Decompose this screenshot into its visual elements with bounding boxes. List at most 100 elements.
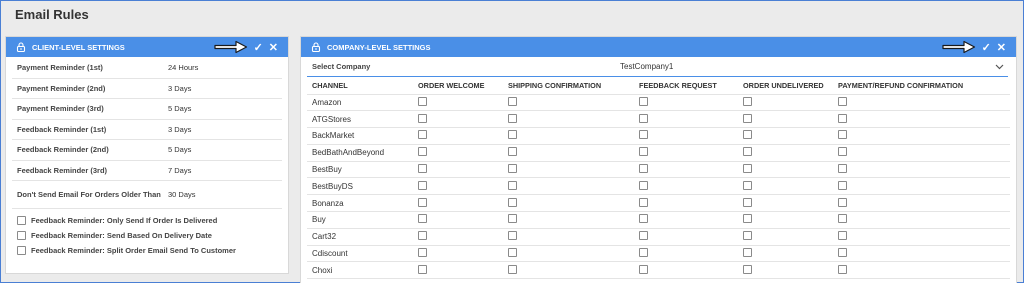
checkbox[interactable] xyxy=(838,180,847,190)
checkbox-label: Feedback Reminder: Only Send If Order Is… xyxy=(31,216,218,225)
table-cell xyxy=(413,245,503,263)
setting-value[interactable]: 24 Hours xyxy=(168,63,198,72)
checkbox[interactable] xyxy=(838,231,847,241)
setting-value[interactable]: 3 Days xyxy=(168,84,191,93)
setting-row: Payment Reminder (3rd) 5 Days xyxy=(12,99,282,120)
checkbox[interactable] xyxy=(508,248,517,258)
channel-table: CHANNEL ORDER WELCOME SHIPPING CONFIRMATIO… xyxy=(307,77,1010,280)
table-cell xyxy=(413,211,503,229)
checkbox[interactable] xyxy=(838,147,847,157)
checkbox-row: Feedback Reminder: Only Send If Order Is… xyxy=(6,213,288,228)
checkbox[interactable] xyxy=(508,214,517,224)
checkbox[interactable] xyxy=(639,180,648,190)
table-cell xyxy=(413,228,503,246)
setting-row: Payment Reminder (1st) 24 Hours xyxy=(12,58,282,79)
table-cell xyxy=(738,127,833,145)
checkbox[interactable] xyxy=(838,164,847,174)
checkbox[interactable] xyxy=(639,214,648,224)
table-cell xyxy=(738,144,833,162)
checkbox[interactable] xyxy=(639,164,648,174)
save-button[interactable]: ✓ xyxy=(982,41,991,54)
table-cell xyxy=(738,211,833,229)
checkbox[interactable] xyxy=(418,197,427,207)
setting-value[interactable]: 5 Days xyxy=(168,145,191,154)
column-header: CHANNEL xyxy=(307,77,413,95)
table-row: ATGStores xyxy=(307,110,1010,129)
checkbox[interactable] xyxy=(418,147,427,157)
checkbox[interactable] xyxy=(418,264,427,274)
checkbox[interactable] xyxy=(418,130,427,140)
checkbox[interactable] xyxy=(639,197,648,207)
checkbox[interactable] xyxy=(838,113,847,123)
chevron-down-icon[interactable] xyxy=(995,62,1004,71)
table-row: Buy xyxy=(307,211,1010,229)
save-button[interactable]: ✓ xyxy=(254,41,263,54)
setting-value[interactable]: 30 Days xyxy=(168,190,196,199)
checkbox[interactable] xyxy=(838,96,847,106)
checkbox[interactable] xyxy=(418,180,427,190)
checkbox[interactable] xyxy=(743,96,752,106)
checkbox[interactable] xyxy=(838,264,847,274)
table-cell xyxy=(634,211,738,229)
checkbox[interactable] xyxy=(418,96,427,106)
checkbox[interactable] xyxy=(838,130,847,140)
close-button[interactable]: ✕ xyxy=(269,41,278,54)
channel-name: Cart32 xyxy=(307,228,413,246)
checkbox[interactable] xyxy=(418,113,427,123)
checkbox[interactable] xyxy=(418,214,427,224)
checkbox[interactable] xyxy=(508,130,517,140)
checkbox[interactable] xyxy=(743,197,752,207)
checkbox[interactable] xyxy=(639,96,648,106)
checkbox[interactable] xyxy=(838,214,847,224)
table-cell xyxy=(503,127,634,145)
table-cell xyxy=(833,94,1010,112)
table-cell xyxy=(833,161,1010,179)
checkbox[interactable] xyxy=(639,130,648,140)
setting-value[interactable]: 5 Days xyxy=(168,104,191,113)
checkbox[interactable] xyxy=(508,96,517,106)
checkbox[interactable] xyxy=(17,231,26,240)
checkbox[interactable] xyxy=(743,147,752,157)
checkbox[interactable] xyxy=(743,231,752,241)
checkbox[interactable] xyxy=(508,197,517,207)
checkbox[interactable] xyxy=(743,130,752,140)
checkbox[interactable] xyxy=(639,113,648,123)
checkbox[interactable] xyxy=(838,248,847,258)
checkbox[interactable] xyxy=(743,180,752,190)
checkbox[interactable] xyxy=(418,248,427,258)
checkbox[interactable] xyxy=(639,264,648,274)
checkbox[interactable] xyxy=(743,164,752,174)
company-select[interactable]: Select Company TestCompany1 xyxy=(307,57,1008,77)
table-cell xyxy=(634,261,738,280)
table-cell xyxy=(738,177,833,196)
checkbox[interactable] xyxy=(639,147,648,157)
checkbox[interactable] xyxy=(743,214,752,224)
checkbox[interactable] xyxy=(418,164,427,174)
checkbox[interactable] xyxy=(508,113,517,123)
table-cell xyxy=(413,94,503,112)
setting-value[interactable]: 3 Days xyxy=(168,125,191,134)
checkbox[interactable] xyxy=(418,231,427,241)
company-settings-header: COMPANY-LEVEL SETTINGS ✓ ✕ xyxy=(301,37,1016,57)
checkbox[interactable] xyxy=(508,231,517,241)
checkbox[interactable] xyxy=(508,264,517,274)
table-cell xyxy=(738,261,833,280)
checkbox[interactable] xyxy=(17,246,26,255)
checkbox[interactable] xyxy=(639,248,648,258)
channel-name: BestBuy xyxy=(307,161,413,179)
select-company-value[interactable]: TestCompany1 xyxy=(620,62,673,71)
checkbox[interactable] xyxy=(639,231,648,241)
checkbox[interactable] xyxy=(508,180,517,190)
table-cell xyxy=(833,110,1010,129)
checkbox[interactable] xyxy=(508,147,517,157)
checkbox[interactable] xyxy=(838,197,847,207)
setting-value[interactable]: 7 Days xyxy=(168,166,191,175)
checkbox[interactable] xyxy=(508,164,517,174)
checkbox[interactable] xyxy=(743,248,752,258)
checkbox[interactable] xyxy=(743,113,752,123)
table-cell xyxy=(634,110,738,129)
checkbox[interactable] xyxy=(743,264,752,274)
close-button[interactable]: ✕ xyxy=(997,41,1006,54)
channel-name: Amazon xyxy=(307,94,413,112)
checkbox[interactable] xyxy=(17,216,26,225)
